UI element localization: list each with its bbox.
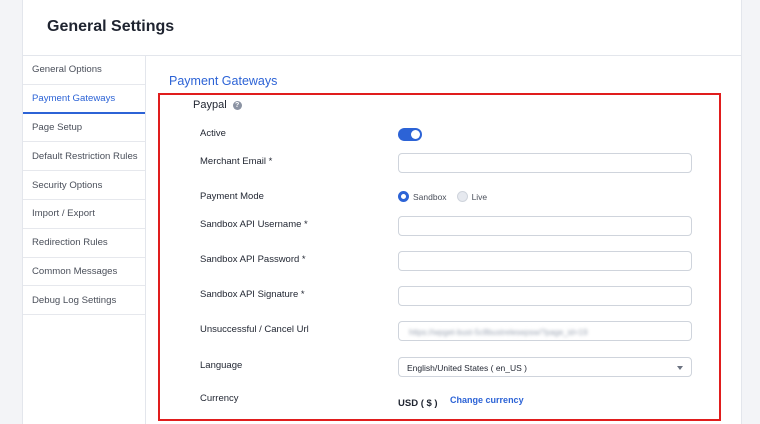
currency-label: Currency	[200, 393, 239, 404]
sidebar-item-security-options[interactable]: Security Options	[23, 171, 145, 200]
api-password-label: Sandbox API Password *	[200, 254, 306, 265]
paypal-heading-label: Paypal	[193, 99, 227, 111]
cancel-url-value: https://wpget-bust-5c8bustrelesepsw/?pag…	[409, 328, 588, 337]
active-toggle[interactable]	[398, 128, 422, 141]
payment-mode-label: Payment Mode	[200, 191, 264, 202]
sidebar-item-payment-gateways[interactable]: Payment Gateways	[23, 84, 145, 114]
sandbox-option[interactable]: Sandbox	[398, 191, 447, 202]
api-username-label: Sandbox API Username *	[200, 219, 308, 230]
page-title: General Settings	[47, 18, 175, 35]
api-username-row: Sandbox API Username *	[160, 216, 719, 236]
settings-sidebar: General Options Payment Gateways Page Se…	[23, 56, 146, 424]
sidebar-item-page-setup[interactable]: Page Setup	[23, 114, 145, 143]
live-option-label: Live	[471, 191, 488, 202]
api-username-input[interactable]	[398, 216, 692, 236]
toggle-knob	[411, 130, 420, 139]
sidebar-item-common-messages[interactable]: Common Messages	[23, 258, 145, 287]
settings-panel: General Settings General Options Payment…	[22, 0, 742, 424]
sandbox-option-label: Sandbox	[413, 191, 447, 202]
sidebar-item-general-options[interactable]: General Options	[23, 56, 145, 85]
sidebar-item-redirection-rules[interactable]: Redirection Rules	[23, 229, 145, 258]
api-password-input[interactable]	[398, 251, 692, 271]
live-radio[interactable]	[456, 191, 468, 202]
payment-mode-row: Payment Mode Sandbox Live	[160, 188, 719, 208]
sidebar-item-import-export[interactable]: Import / Export	[23, 200, 145, 229]
currency-value: USD ( $ )	[398, 398, 438, 409]
merchant-email-label: Merchant Email *	[200, 156, 273, 167]
section-title: Payment Gateways	[169, 74, 278, 88]
merchant-email-input[interactable]	[398, 153, 692, 173]
paypal-heading: Paypal ?	[193, 99, 242, 111]
change-currency-link[interactable]: Change currency	[450, 395, 524, 405]
active-row: Active	[160, 125, 719, 145]
api-signature-row: Sandbox API Signature *	[160, 286, 719, 306]
sidebar-item-default-restriction-rules[interactable]: Default Restriction Rules	[23, 142, 145, 172]
cancel-url-input[interactable]: https://wpget-bust-5c8bustrelesepsw/?pag…	[398, 321, 692, 341]
language-selected: English/United States ( en_US )	[407, 363, 528, 373]
active-label: Active	[200, 128, 226, 139]
cancel-url-label: Unsuccessful / Cancel Url	[200, 324, 309, 335]
paypal-settings-box: Paypal ? Active Merchant Email * Payment…	[158, 93, 721, 421]
sidebar-item-debug-log-settings[interactable]: Debug Log Settings	[23, 286, 145, 316]
cancel-url-row: Unsuccessful / Cancel Url https://wpget-…	[160, 321, 719, 341]
live-option[interactable]: Live	[456, 191, 488, 202]
merchant-email-row: Merchant Email *	[160, 153, 719, 173]
language-select[interactable]: English/United States ( en_US )	[398, 357, 692, 377]
api-signature-label: Sandbox API Signature *	[200, 289, 305, 300]
payment-mode-radio-group: Sandbox Live	[398, 191, 487, 202]
api-password-row: Sandbox API Password *	[160, 251, 719, 271]
chevron-down-icon	[677, 366, 683, 370]
sandbox-radio[interactable]	[398, 191, 409, 202]
api-signature-input[interactable]	[398, 286, 692, 306]
language-row: Language English/United States ( en_US )	[160, 357, 719, 377]
question-circle-icon[interactable]: ?	[232, 100, 242, 110]
language-label: Language	[200, 360, 243, 371]
currency-row: Currency USD ( $ ) Change currency	[160, 390, 719, 410]
